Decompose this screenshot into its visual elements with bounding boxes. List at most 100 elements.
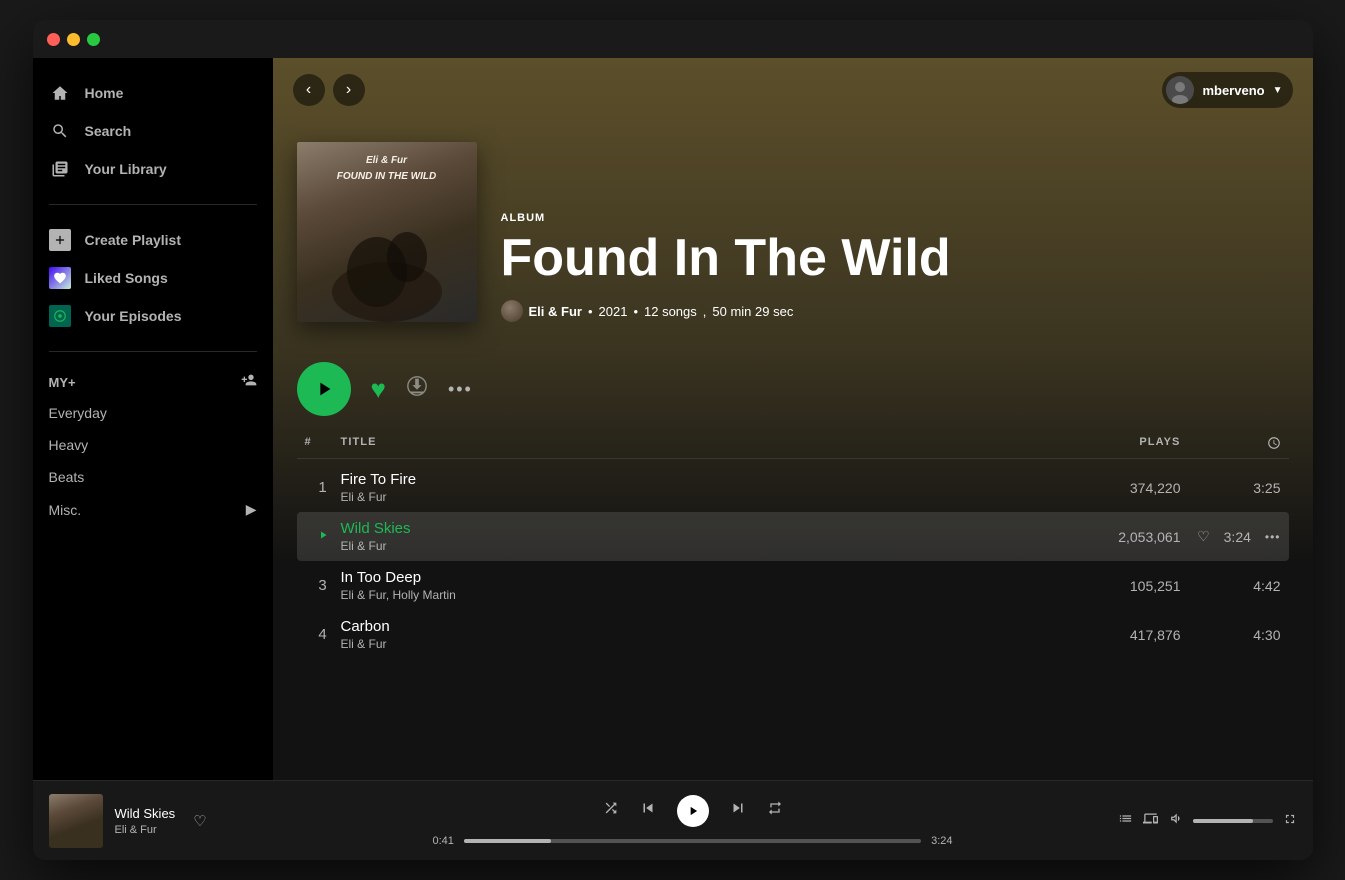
fullscreen-button-player[interactable] (1283, 812, 1297, 830)
album-song-count: 12 songs (644, 304, 697, 319)
back-button[interactable]: ‹ (293, 74, 325, 106)
chevron-right-icon: ▶ (246, 501, 257, 518)
main-content: ‹ › mberveno ▼ Eli & Fur (273, 58, 1313, 780)
forward-button[interactable]: › (333, 74, 365, 106)
track-artist-3: Eli & Fur, Holly Martin (341, 588, 1051, 602)
album-info: ALBUM Found In The Wild Eli & Fur • 2021… (501, 212, 951, 322)
sidebar-item-your-episodes[interactable]: Your Episodes (33, 297, 273, 335)
playlist-item-misc[interactable]: Misc. ▶ (33, 493, 273, 526)
sidebar-item-library[interactable]: Your Library (33, 150, 273, 188)
track-row[interactable]: 1 Fire To Fire Eli & Fur 374,220 3:25 (297, 463, 1289, 512)
home-icon (49, 82, 71, 104)
sidebar-item-search[interactable]: Search (33, 112, 273, 150)
album-more-button[interactable]: ••• (448, 379, 473, 400)
track-artist-2: Eli & Fur (341, 539, 1051, 553)
playlist-label-beats: Beats (49, 469, 85, 485)
track-num-2 (305, 529, 341, 544)
track-plays-1: 374,220 (1051, 480, 1201, 496)
queue-button[interactable] (1118, 811, 1133, 830)
devices-button[interactable] (1143, 811, 1158, 830)
track-duration-3-val: 4:42 (1253, 578, 1280, 594)
album-cover-text: Eli & Fur FOUND IN THE WILD (297, 154, 477, 184)
fullscreen-button[interactable] (87, 33, 100, 46)
track-num-3: 3 (305, 577, 341, 594)
volume-bar[interactable] (1193, 819, 1273, 823)
col-header-plays: PLAYS (1051, 436, 1201, 450)
track-name-4: Carbon (341, 618, 1051, 635)
player-left: Wild Skies Eli & Fur ♡ (49, 794, 329, 848)
close-button[interactable] (47, 33, 60, 46)
username: mberveno (1202, 83, 1264, 98)
album-cover: Eli & Fur FOUND IN THE WILD (297, 142, 477, 322)
separator-dot: • (588, 304, 593, 319)
album-year: 2021 (599, 304, 628, 319)
create-playlist-label: Create Playlist (85, 232, 182, 248)
track-duration-2: ♡ 3:24 ••• (1201, 528, 1281, 545)
track-name-2: Wild Skies (341, 520, 1051, 537)
album-like-button[interactable]: ♥ (371, 374, 386, 405)
playlist-item-beats[interactable]: Beats (33, 461, 273, 493)
track-num-4: 4 (305, 626, 341, 643)
album-type: ALBUM (501, 212, 951, 224)
album-play-button[interactable] (297, 362, 351, 416)
playlist-item-everyday[interactable]: Everyday (33, 397, 273, 429)
prev-button[interactable] (639, 799, 657, 822)
repeat-button[interactable] (767, 800, 783, 821)
current-time: 0:41 (433, 835, 454, 847)
track-controls: ♥ ••• (273, 346, 1313, 432)
minimize-button[interactable] (67, 33, 80, 46)
track-row-active[interactable]: Wild Skies Eli & Fur 2,053,061 ♡ 3:24 ••… (297, 512, 1289, 561)
track-list-container: # TITLE PLAYS 1 Fire To Fire Eli & Fur 3… (273, 432, 1313, 780)
liked-songs-label: Liked Songs (85, 270, 168, 286)
search-label: Search (85, 123, 132, 139)
cover-illustration (307, 192, 467, 322)
sidebar-nav-section: Home Search Your Library (33, 66, 273, 196)
album-download-button[interactable] (406, 375, 428, 403)
player-bar: Wild Skies Eli & Fur ♡ (33, 780, 1313, 860)
player-track-info: Wild Skies Eli & Fur (115, 806, 176, 836)
chevron-down-icon: ▼ (1273, 85, 1283, 96)
player-right (1057, 811, 1297, 830)
track-artist-1: Eli & Fur (341, 490, 1051, 504)
track-row-4[interactable]: 4 Carbon Eli & Fur 417,876 4:30 (297, 610, 1289, 659)
track-like-icon-2[interactable]: ♡ (1197, 528, 1210, 545)
progress-bar[interactable] (464, 839, 921, 843)
next-button[interactable] (729, 799, 747, 822)
track-more-icon-2[interactable]: ••• (1265, 530, 1281, 544)
track-row-3[interactable]: 3 In Too Deep Eli & Fur, Holly Martin 10… (297, 561, 1289, 610)
search-icon (49, 120, 71, 142)
sidebar-item-home[interactable]: Home (33, 74, 273, 112)
progress-fill (464, 839, 551, 843)
track-info-4: Carbon Eli & Fur (341, 618, 1051, 651)
track-plays-4: 417,876 (1051, 627, 1201, 643)
track-list-header: # TITLE PLAYS (297, 432, 1289, 459)
sidebar: Home Search Your Library (33, 58, 273, 780)
playlist-label-everyday: Everyday (49, 405, 107, 421)
your-episodes-label: Your Episodes (85, 308, 182, 324)
library-icon (49, 158, 71, 180)
player-play-button[interactable] (677, 795, 709, 827)
album-artist[interactable]: Eli & Fur (529, 304, 582, 319)
nav-buttons: ‹ › (293, 74, 365, 106)
volume-button[interactable] (1168, 811, 1183, 830)
user-menu[interactable]: mberveno ▼ (1162, 72, 1292, 108)
shuffle-button[interactable] (603, 800, 619, 821)
track-num-1: 1 (305, 479, 341, 496)
album-hero: Eli & Fur FOUND IN THE WILD ALBUM Found (273, 122, 1313, 346)
track-plays-2: 2,053,061 (1051, 529, 1201, 545)
playlist-label-misc: Misc. (49, 502, 82, 518)
sidebar-item-liked-songs[interactable]: Liked Songs (33, 259, 273, 297)
track-duration-1-val: 3:25 (1253, 480, 1280, 496)
player-heart-button[interactable]: ♡ (193, 812, 206, 830)
add-user-icon[interactable] (241, 372, 257, 393)
sidebar-item-create-playlist[interactable]: Create Playlist (33, 221, 273, 259)
sidebar-shortcuts-section: Create Playlist Liked Songs Your Episode… (33, 213, 273, 343)
sidebar-playlist-section: MY+ Everyday Heavy Beats Misc. ▶ (33, 360, 273, 534)
playlist-item-heavy[interactable]: Heavy (33, 429, 273, 461)
track-info-3: In Too Deep Eli & Fur, Holly Martin (341, 569, 1051, 602)
avatar (1166, 76, 1194, 104)
player-track-artist: Eli & Fur (115, 824, 176, 836)
heart-icon (49, 267, 71, 289)
album-art: Eli & Fur FOUND IN THE WILD (297, 142, 477, 322)
titlebar (33, 20, 1313, 58)
